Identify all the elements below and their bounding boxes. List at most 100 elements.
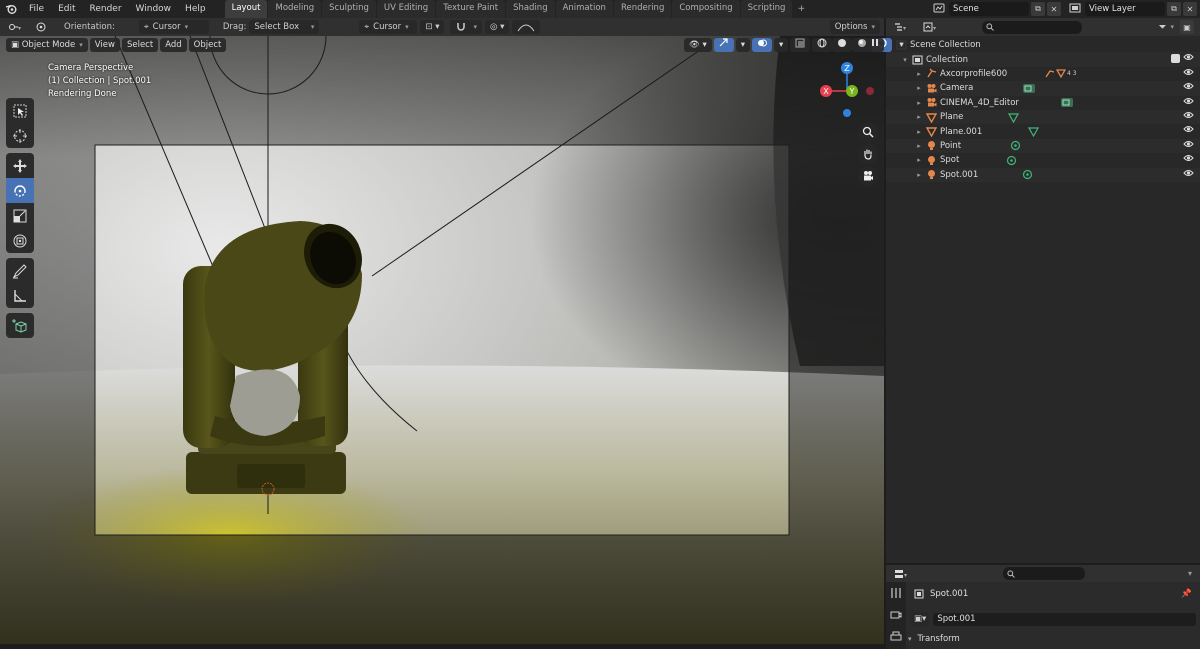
scale-tool[interactable] bbox=[6, 203, 34, 228]
outliner-item-axcorprofile600[interactable]: ▸ Axcorprofile600 4 3 bbox=[886, 67, 1200, 81]
outliner-item-cinema-4d-editor[interactable]: ▸ CINEMA_4D_Editor bbox=[886, 96, 1200, 110]
shading-wireframe-button[interactable] bbox=[812, 38, 833, 52]
expand-arrow-icon[interactable]: ▸ bbox=[914, 113, 924, 121]
add-menu[interactable]: Add bbox=[160, 38, 187, 52]
cursor-tool[interactable] bbox=[6, 123, 34, 148]
pause-render-button[interactable] bbox=[866, 38, 884, 52]
properties-editor-type-button[interactable]: ▾ bbox=[889, 567, 915, 581]
scene-icon[interactable] bbox=[933, 3, 945, 16]
tab-layout[interactable]: Layout bbox=[224, 0, 268, 18]
orientation-dropdown[interactable]: ⌖ Cursor ▾ bbox=[138, 20, 209, 34]
eye-icon[interactable] bbox=[1183, 169, 1194, 180]
tab-shading[interactable]: Shading bbox=[506, 0, 555, 18]
expand-arrow-icon[interactable]: ▸ bbox=[914, 128, 924, 136]
outliner-item-spot-001[interactable]: ▸ Spot.001 bbox=[886, 167, 1200, 182]
mode-dropdown[interactable]: ▣ Object Mode ▾ bbox=[6, 38, 88, 52]
armature-data-icon[interactable]: 4 3 bbox=[1044, 68, 1077, 79]
mesh-data-icon[interactable] bbox=[1028, 126, 1039, 138]
gizmo-dropdown[interactable]: ▾ bbox=[735, 38, 751, 52]
view-menu[interactable]: View bbox=[89, 38, 120, 52]
visibility-dropdown[interactable]: 👁 ▾ bbox=[684, 38, 712, 52]
camera-view-button[interactable] bbox=[858, 166, 878, 186]
select-box-tool[interactable] bbox=[6, 98, 34, 123]
output-properties-tab[interactable] bbox=[886, 626, 906, 648]
expand-arrow-icon[interactable]: ▸ bbox=[914, 142, 924, 150]
outliner-scene-collection[interactable]: Scene Collection bbox=[886, 38, 1200, 52]
overlays-toggle[interactable] bbox=[752, 38, 773, 52]
exclude-checkbox[interactable] bbox=[1171, 54, 1180, 64]
expand-arrow-icon[interactable]: ▾ bbox=[900, 56, 910, 64]
measure-tool[interactable] bbox=[6, 283, 34, 308]
chevron-down-icon[interactable]: ▾ bbox=[1188, 569, 1192, 578]
mesh-data-icon[interactable] bbox=[1008, 112, 1019, 123]
menu-render[interactable]: Render bbox=[83, 0, 129, 18]
copy-scene-icon[interactable]: ⧉ bbox=[1031, 2, 1045, 16]
object-name-field[interactable]: Spot.001 bbox=[933, 612, 1196, 626]
object-browse-button[interactable]: ▣▾ bbox=[911, 612, 930, 626]
eye-icon[interactable] bbox=[1183, 97, 1194, 108]
menu-edit[interactable]: Edit bbox=[51, 0, 82, 18]
outliner-search-input[interactable] bbox=[982, 20, 1082, 34]
transform-tool[interactable] bbox=[6, 228, 34, 253]
tab-sculpting[interactable]: Sculpting bbox=[322, 0, 376, 18]
pan-button[interactable] bbox=[858, 144, 878, 164]
move-tool[interactable] bbox=[6, 153, 34, 178]
expand-arrow-icon[interactable]: ▸ bbox=[914, 156, 924, 164]
chevron-down-icon[interactable]: ▾ bbox=[1170, 23, 1174, 31]
expand-arrow-icon[interactable]: ▸ bbox=[914, 99, 924, 107]
eye-icon[interactable] bbox=[1183, 82, 1194, 93]
display-mode-button[interactable]: ▾ bbox=[918, 20, 944, 34]
options-dropdown[interactable]: Options ▾ bbox=[829, 20, 880, 34]
light-data-icon[interactable] bbox=[1010, 140, 1021, 151]
outliner-item-plane[interactable]: ▸ Plane bbox=[886, 109, 1200, 125]
eye-icon[interactable] bbox=[1183, 140, 1194, 151]
light-data-icon[interactable] bbox=[1006, 155, 1017, 166]
annotate-tool[interactable] bbox=[6, 258, 34, 283]
menu-file[interactable]: File bbox=[22, 0, 51, 18]
tab-animation[interactable]: Animation bbox=[555, 0, 613, 18]
proportional-falloff-button[interactable] bbox=[512, 20, 541, 34]
tab-texture-paint[interactable]: Texture Paint bbox=[436, 0, 506, 18]
tab-uv-editing[interactable]: UV Editing bbox=[376, 0, 436, 18]
camera-data-icon[interactable] bbox=[1022, 83, 1036, 94]
zoom-button[interactable] bbox=[858, 122, 878, 142]
pin-icon[interactable]: 📌 bbox=[1181, 589, 1192, 599]
tool-properties-tab[interactable] bbox=[886, 582, 906, 604]
expand-arrow-icon[interactable]: ▸ bbox=[914, 171, 924, 179]
new-collection-icon[interactable]: ▣ bbox=[1180, 20, 1194, 34]
xray-toggle[interactable] bbox=[790, 38, 811, 52]
navigation-gizmo[interactable]: Z X Y bbox=[814, 58, 880, 124]
editor-type-button[interactable]: ▾ bbox=[3, 20, 27, 34]
select-menu[interactable]: Select bbox=[121, 38, 159, 52]
eye-icon[interactable] bbox=[1183, 68, 1194, 79]
snap-button[interactable]: ▾ bbox=[450, 20, 482, 34]
neg-z-axis-icon[interactable] bbox=[843, 109, 851, 117]
render-properties-tab[interactable] bbox=[886, 604, 906, 626]
tab-scripting[interactable]: Scripting bbox=[740, 0, 793, 18]
scene-selector[interactable]: Scene bbox=[949, 2, 1029, 16]
outliner-collection[interactable]: ▾ Collection bbox=[886, 52, 1200, 67]
object-menu[interactable]: Object bbox=[188, 38, 227, 52]
light-data-icon[interactable] bbox=[1022, 169, 1033, 180]
shading-dropdown[interactable]: ▾ bbox=[894, 38, 909, 52]
blender-logo-icon[interactable] bbox=[0, 0, 22, 18]
outliner-item-point[interactable]: ▸ Point bbox=[886, 138, 1200, 154]
copy-view-layer-icon[interactable]: ⧉ bbox=[1167, 2, 1181, 16]
expand-arrow-icon[interactable]: ▸ bbox=[914, 70, 924, 78]
filter-icon[interactable]: ⏷ bbox=[1158, 22, 1166, 33]
properties-search-input[interactable] bbox=[1003, 567, 1085, 580]
outliner-item-camera[interactable]: ▸ Camera bbox=[886, 81, 1200, 96]
tab-compositing[interactable]: Compositing bbox=[672, 0, 740, 18]
overlays-dropdown[interactable]: ▾ bbox=[774, 38, 789, 52]
eye-icon[interactable] bbox=[1183, 53, 1194, 64]
eye-icon[interactable] bbox=[1183, 111, 1194, 122]
3d-viewport[interactable]: Camera Perspective (1) Collection | Spot… bbox=[0, 36, 884, 644]
tab-rendering[interactable]: Rendering bbox=[613, 0, 672, 18]
camera-data-icon[interactable] bbox=[1060, 97, 1074, 108]
transform-section-header[interactable]: ▾ Transform bbox=[908, 632, 1196, 646]
menu-help[interactable]: Help bbox=[178, 0, 213, 18]
tab-modeling[interactable]: Modeling bbox=[268, 0, 322, 18]
rotate-tool[interactable] bbox=[6, 178, 34, 203]
outliner-editor-type-button[interactable]: ▾ bbox=[889, 20, 915, 34]
close-scene-icon[interactable]: ✕ bbox=[1047, 2, 1061, 16]
